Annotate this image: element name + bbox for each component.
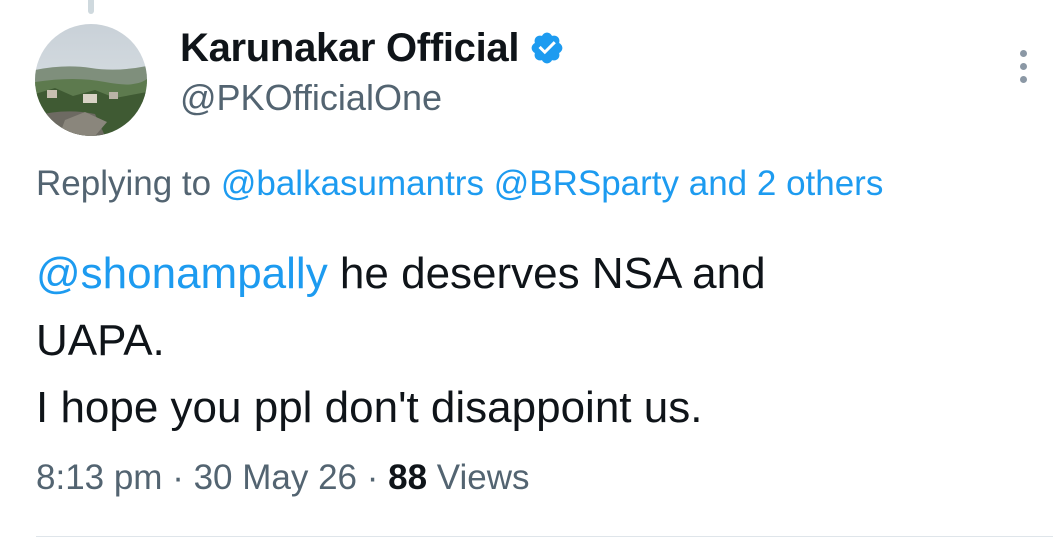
tweet-text: @shonampally he deserves NSA and UAPA. I… [36,240,1036,441]
avatar[interactable] [35,24,147,136]
reply-and-text: and [679,164,757,203]
meta-separator: · [357,458,389,497]
reply-mention-link[interactable]: @BRSparty [494,164,679,203]
more-vertical-icon-dot [1019,75,1027,83]
views-label: Views [427,458,530,497]
replying-prefix: Replying to [36,164,221,203]
more-vertical-icon [1019,49,1027,57]
tweet-time[interactable]: 8:13 pm [36,458,162,497]
tweet-text-segment: he deserves NSA and [327,249,766,298]
tweet-text-line: @shonampally he deserves NSA and [36,240,1036,307]
tweet-date[interactable]: 30 May 26 [194,458,357,497]
views-count: 88 [388,458,428,497]
reply-others-link[interactable]: 2 others [757,164,883,203]
more-options-button[interactable] [1008,44,1038,88]
author-handle[interactable]: @PKOfficialOne [180,77,442,119]
replying-to-line: Replying to @balkasumantrs @BRSparty and… [36,164,883,204]
landscape-avatar-icon [35,24,147,136]
more-vertical-icon-dot [1019,62,1027,70]
display-name[interactable]: Karunakar Official [180,26,519,71]
tweet-meta: 8:13 pm · 30 May 26 · 88 Views [36,458,530,498]
thread-connector-line [88,0,94,14]
tweet-text-line: UAPA. [36,316,165,365]
reply-mention-link[interactable]: @balkasumantrs [221,164,484,203]
body-mention-link[interactable]: @shonampally [36,249,328,298]
tweet-text-line: I hope you ppl don't disappoint us. [36,383,703,432]
divider [36,536,1053,537]
meta-separator: · [162,458,194,497]
verified-badge-icon[interactable] [529,30,565,66]
author-name-row: Karunakar Official [180,24,565,72]
